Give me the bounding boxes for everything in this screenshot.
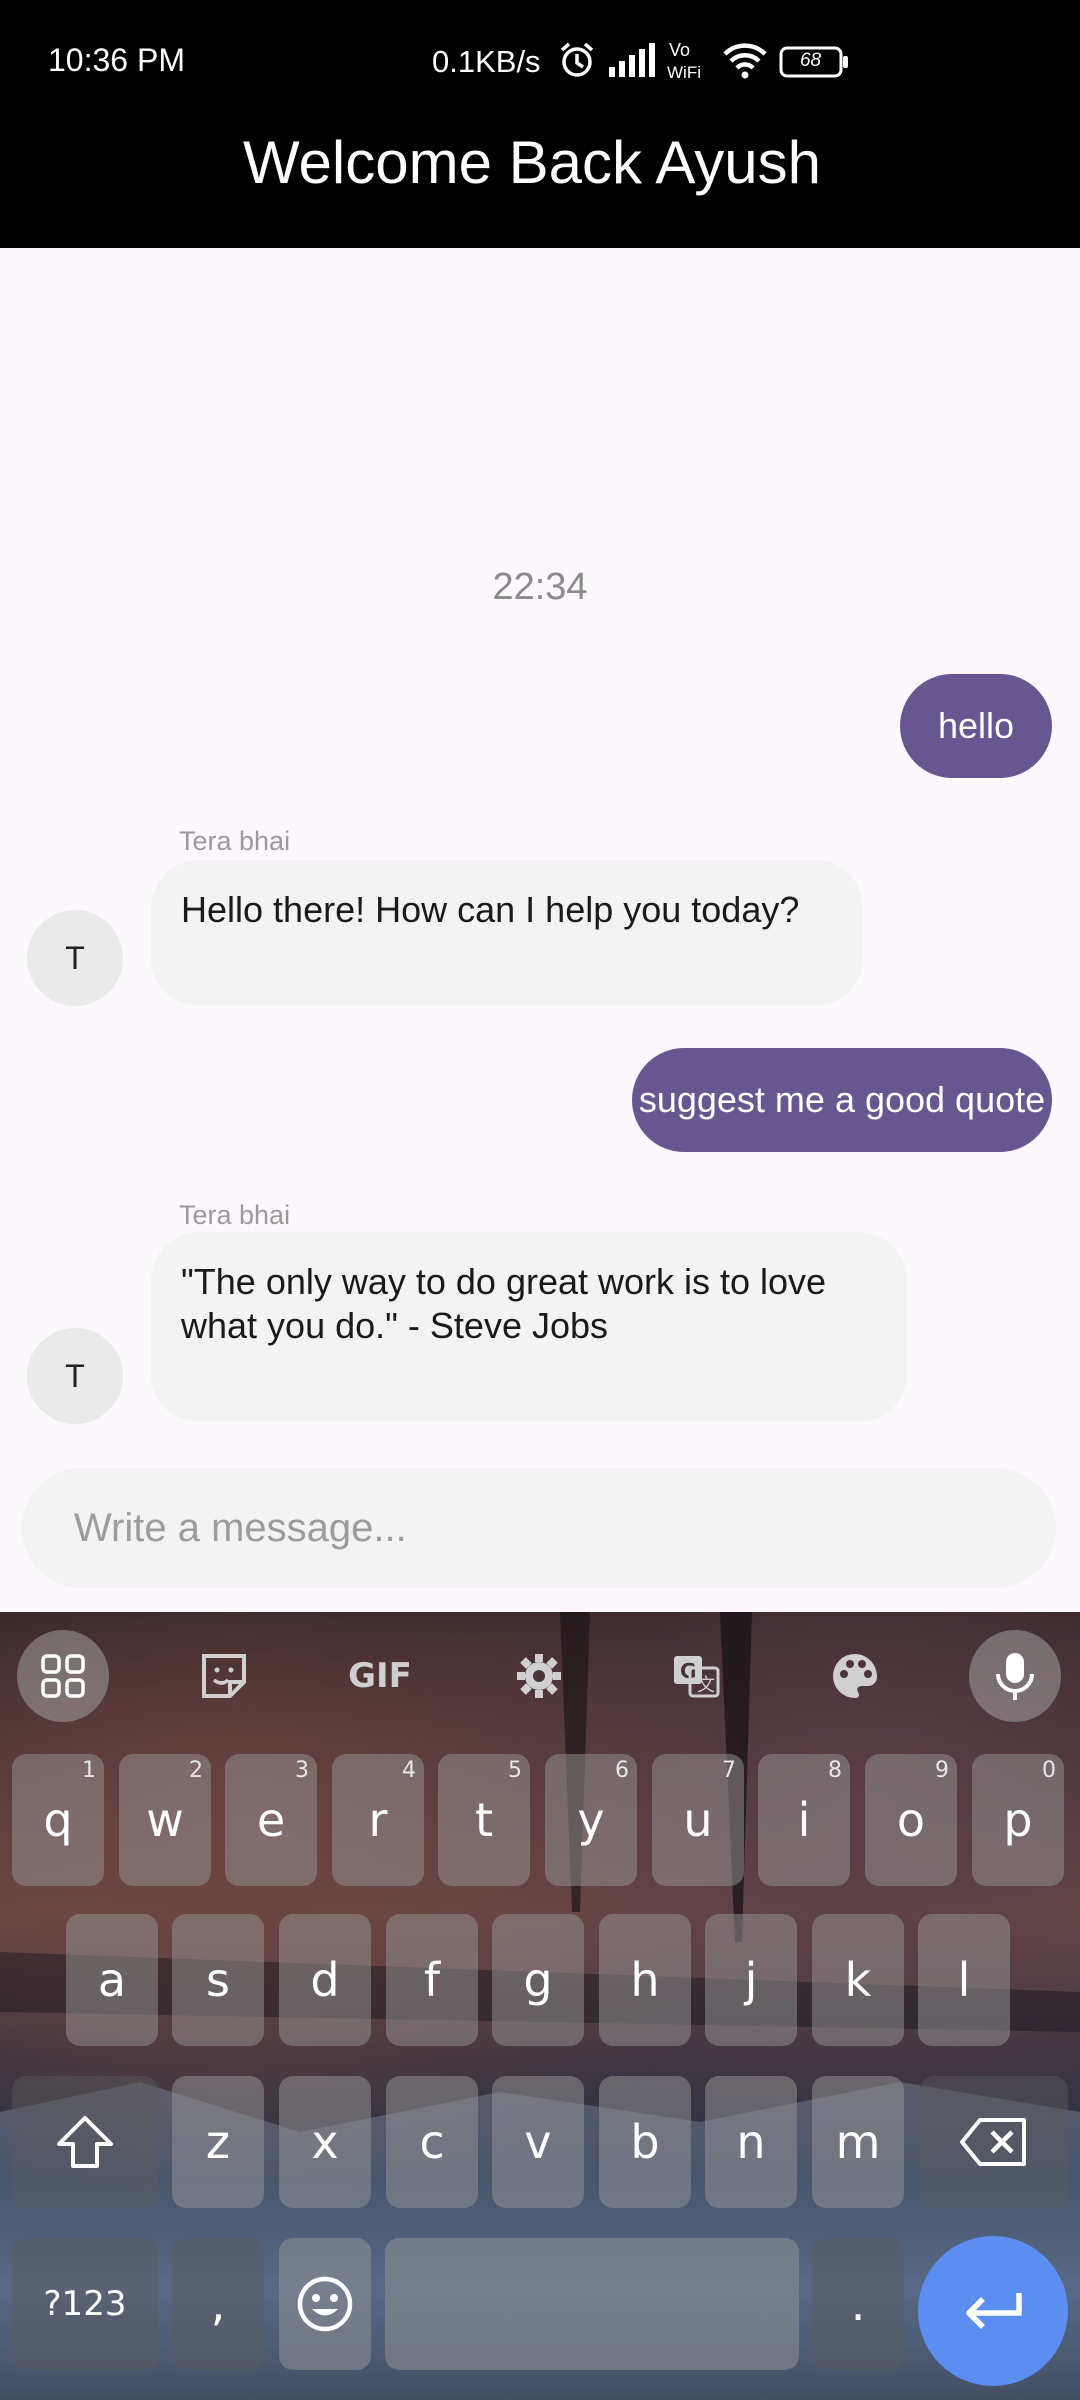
key-k[interactable]: k [812,1914,904,2046]
key-f[interactable]: f [386,1914,478,2046]
sender-name: Tera bhai [179,1200,291,1230]
key-a[interactable]: a [66,1914,158,2046]
shift-icon [57,2116,113,2168]
key-i[interactable]: i8 [758,1754,850,1886]
network-speed: 0.1KB/s [432,44,541,79]
enter-key[interactable] [918,2236,1068,2386]
microphone-icon[interactable] [969,1630,1061,1722]
key-v[interactable]: v [492,2076,584,2208]
message-incoming[interactable]: Hello there! How can I help you today? [151,860,863,1006]
emoji-icon [297,2276,353,2332]
key-t[interactable]: t5 [438,1754,530,1886]
apps-grid-icon[interactable] [17,1630,109,1722]
battery-level: 68 [799,50,822,71]
svg-text:文: 文 [697,1675,715,1696]
signal-icon [607,42,657,82]
avatar[interactable]: T [27,910,123,1006]
key-c[interactable]: c [386,2076,478,2208]
shift-key[interactable] [12,2076,158,2208]
backspace-key[interactable] [920,2076,1068,2208]
key-q[interactable]: q1 [12,1754,104,1886]
enter-icon [966,2293,1022,2329]
status-time: 10:36 PM [48,42,185,78]
key-p[interactable]: p0 [972,1754,1064,1886]
backspace-icon [960,2118,1026,2166]
top-bar: 10:36 PM 0.1KB/s Vo WiFi 68 Welcome Back … [0,0,1080,248]
key-x[interactable]: x [279,2076,371,2208]
key-z[interactable]: z [172,2076,264,2208]
message-text: Hello there! How can I help you today? [181,889,800,930]
comma-key[interactable]: , [172,2238,264,2370]
key-s[interactable]: s [172,1914,264,2046]
message-incoming[interactable]: "The only way to do great work is to lov… [151,1232,907,1422]
palette-icon[interactable] [809,1630,901,1722]
gif-button[interactable]: GIF [334,1630,426,1722]
translate-icon[interactable]: G文 [650,1630,742,1722]
key-l[interactable]: l [918,1914,1010,2046]
svg-text:Vo: Vo [669,40,690,60]
sticker-icon[interactable] [178,1630,270,1722]
keyboard-toolbar: GIF G文 [0,1612,1080,1734]
keyboard: GIF G文 q1 w2 e3 r4 t5 y6 u7 i8 o9 p0 a s… [0,1612,1080,2400]
vowifi-icon: Vo WiFi [667,38,711,87]
symbols-key[interactable]: ?123 [12,2238,158,2370]
avatar[interactable]: T [27,1328,123,1424]
key-n[interactable]: n [705,2076,797,2208]
key-o[interactable]: o9 [865,1754,957,1886]
key-y[interactable]: y6 [545,1754,637,1886]
key-u[interactable]: u7 [652,1754,744,1886]
key-e[interactable]: e3 [225,1754,317,1886]
period-key[interactable]: . [812,2238,904,2370]
key-h[interactable]: h [599,1914,691,2046]
svg-text:G: G [680,1659,696,1683]
wifi-icon [721,40,769,85]
battery-icon: 68 [779,45,851,79]
status-icons: 0.1KB/s Vo WiFi 68 [432,40,851,84]
key-g[interactable]: g [492,1914,584,2046]
key-m[interactable]: m [812,2076,904,2208]
gear-icon[interactable] [493,1630,585,1722]
chat-timestamp: 22:34 [492,566,588,608]
message-outgoing[interactable]: suggest me a good quote [632,1048,1052,1152]
message-outgoing[interactable]: hello [900,674,1052,778]
key-b[interactable]: b [599,2076,691,2208]
message-text: "The only way to do great work is to lov… [181,1261,827,1346]
spacebar[interactable] [385,2238,799,2370]
key-r[interactable]: r4 [332,1754,424,1886]
key-d[interactable]: d [279,1914,371,2046]
page-title: Welcome Back Ayush [242,129,822,196]
svg-text:WiFi: WiFi [667,63,701,82]
key-j[interactable]: j [705,1914,797,2046]
message-composer [22,1468,1056,1588]
key-w[interactable]: w2 [119,1754,211,1886]
sender-name: Tera bhai [179,826,291,856]
alarm-icon [557,40,597,85]
emoji-key[interactable] [279,2238,371,2370]
message-input[interactable] [72,1504,976,1552]
